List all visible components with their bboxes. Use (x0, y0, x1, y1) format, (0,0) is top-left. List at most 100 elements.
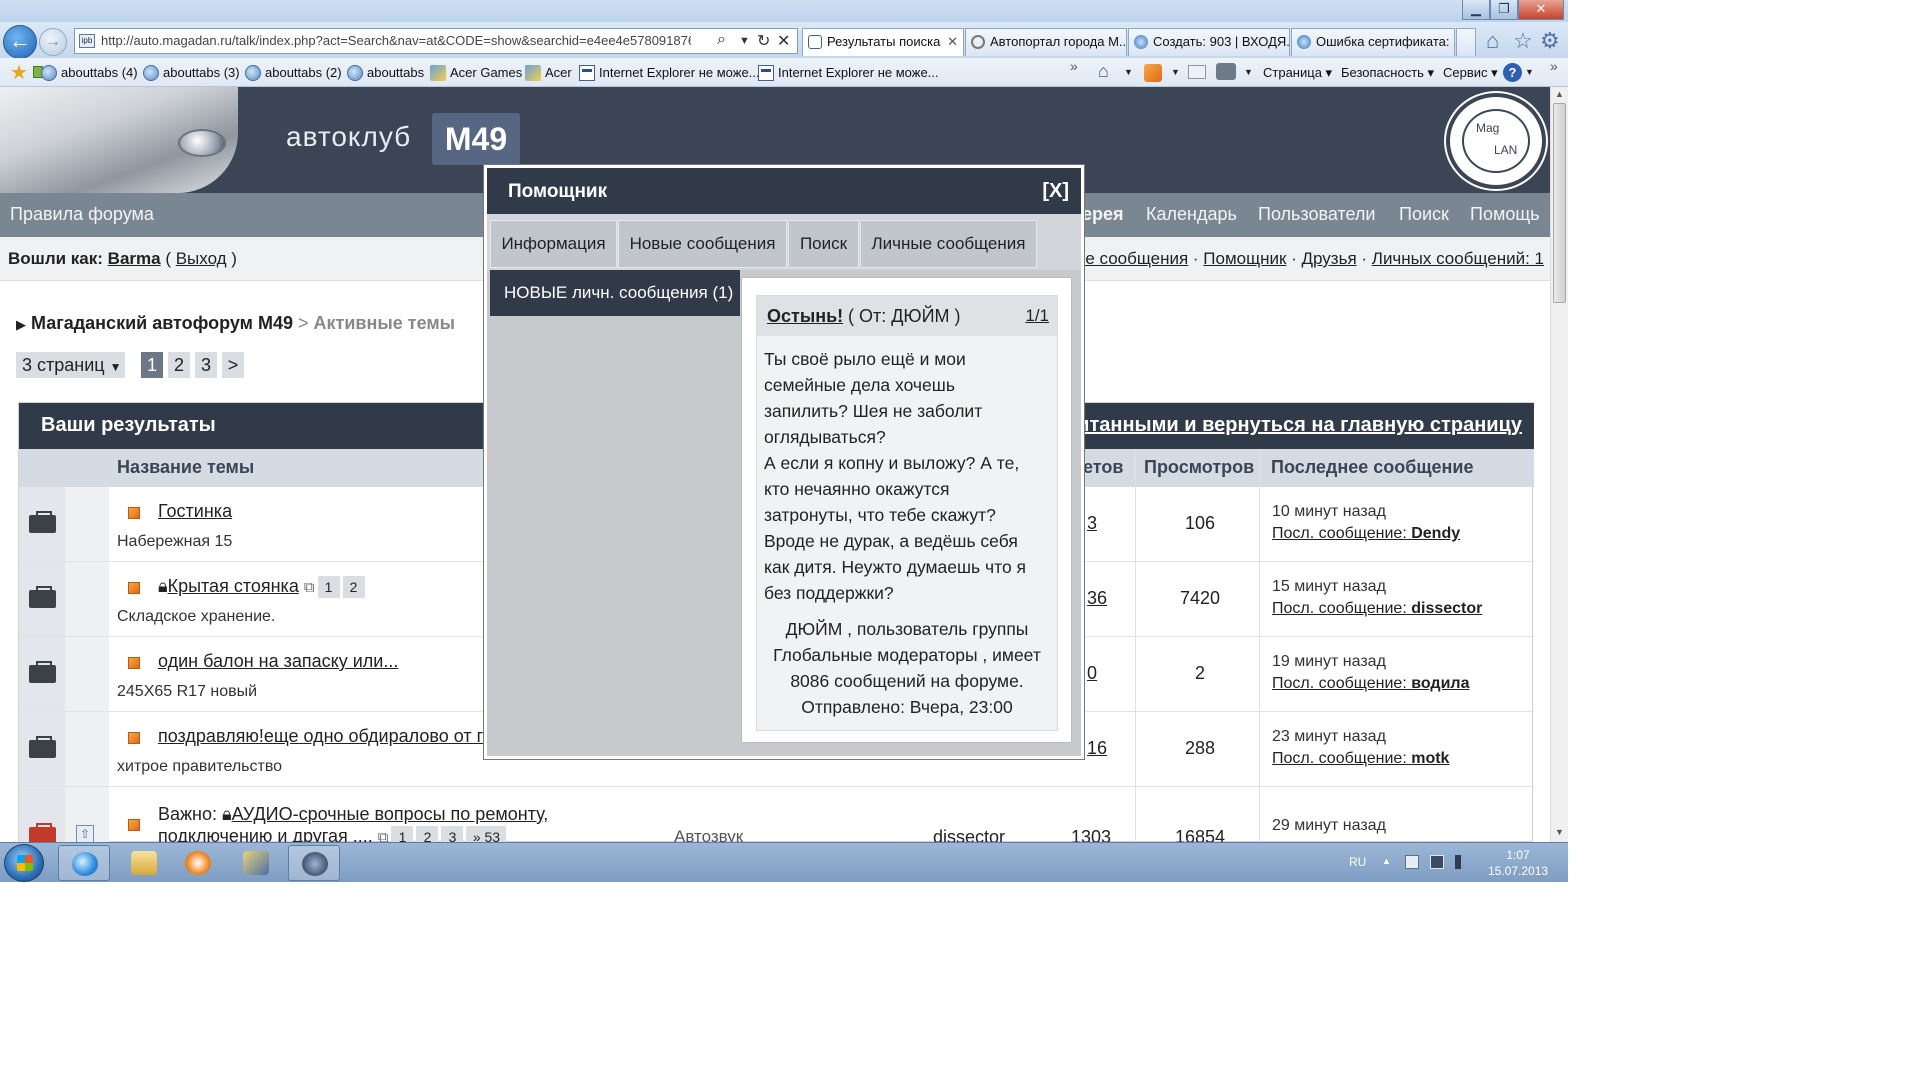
topic-title-link[interactable]: Крытая стоянка (168, 576, 299, 596)
address-bar[interactable]: ipb http://auto.magadan.ru/talk/index.ph… (74, 28, 798, 54)
last-post-author-name[interactable]: водила (1411, 675, 1469, 692)
close-window-button[interactable]: ✕ (1518, 0, 1564, 20)
friends-link[interactable]: Друзья (1302, 249, 1357, 268)
rss-icon[interactable] (128, 819, 140, 831)
minimize-button[interactable]: ▁ (1462, 0, 1490, 20)
gear-icon[interactable]: ⚙ (1540, 28, 1560, 54)
favorites-star-icon[interactable]: ☆ (1513, 28, 1533, 54)
mail-icon[interactable] (1188, 65, 1206, 79)
replies-count-link[interactable]: 16 (1087, 738, 1107, 759)
safety-menu[interactable]: Безопасность ▾ (1341, 62, 1434, 84)
message-subject-link[interactable]: Остынь! (767, 306, 843, 327)
search-icon[interactable]: ⌕ (717, 31, 726, 49)
page-menu[interactable]: Страница ▾ (1263, 62, 1332, 84)
taskbar-app-active[interactable] (288, 845, 340, 881)
menu-item-help[interactable]: Помощь (1470, 204, 1540, 225)
maximize-button[interactable]: ❐ (1490, 0, 1518, 20)
mark-read-link[interactable]: итанными и вернуться на главную страницу (1077, 414, 1522, 437)
page-button-2[interactable]: 2 (168, 352, 190, 378)
help-icon[interactable]: ? (1503, 63, 1522, 82)
back-button[interactable]: ← (3, 25, 37, 59)
rss-feed-icon[interactable] (1144, 64, 1162, 82)
last-post-author-name[interactable]: Dendy (1411, 525, 1460, 542)
language-indicator[interactable]: RU (1349, 855, 1366, 869)
chevron-down-icon[interactable]: ▼ (1124, 67, 1133, 77)
close-tab-icon[interactable]: ✕ (947, 29, 958, 55)
forward-button[interactable]: → (39, 28, 67, 56)
favorite-link[interactable]: Internet Explorer не може... (756, 62, 939, 84)
menu-item-users[interactable]: Пользователи (1258, 204, 1375, 225)
username-link[interactable]: Barma (108, 249, 161, 268)
refresh-icon[interactable]: ↻ (757, 31, 770, 51)
address-url[interactable]: http://auto.magadan.ru/talk/index.php?ac… (101, 33, 691, 48)
taskbar-explorer[interactable] (118, 845, 170, 881)
taskbar-media-player[interactable] (172, 845, 224, 881)
favorite-link[interactable]: Acer (523, 62, 572, 84)
tab-information[interactable]: Информация (490, 220, 617, 268)
column-header-last-post[interactable]: Последнее сообщение (1271, 457, 1474, 478)
home-icon[interactable]: ⌂ (1098, 61, 1109, 82)
chevron-down-icon[interactable]: ▼ (739, 35, 750, 47)
tab-new-messages[interactable]: Новые сообщения (618, 220, 787, 268)
replies-count-link[interactable]: 3 (1087, 513, 1097, 534)
chevron-down-icon[interactable]: ▼ (1244, 67, 1253, 77)
network-icon[interactable] (1430, 855, 1444, 869)
private-messages-link[interactable]: Личных сообщений: 1 (1372, 249, 1544, 268)
favorite-link[interactable]: Internet Explorer не може... (577, 62, 760, 84)
volume-icon[interactable] (1455, 855, 1465, 869)
menu-item-calendar[interactable]: Календарь (1146, 204, 1237, 225)
last-post-author[interactable]: Посл. сообщение: Dendy (1272, 525, 1460, 543)
topic-title-link[interactable]: Гостинка (158, 501, 232, 522)
taskbar-app[interactable] (230, 845, 282, 881)
menu-item-gallery[interactable]: ерея (1082, 204, 1124, 225)
start-button[interactable] (4, 844, 44, 882)
replies-count-link[interactable]: 0 (1087, 663, 1097, 684)
rss-icon[interactable] (128, 732, 140, 744)
chevron-up-icon[interactable]: ▲ (1382, 856, 1391, 866)
replies-count-link[interactable]: 36 (1087, 588, 1107, 609)
scroll-up-icon[interactable]: ▲ (1555, 89, 1564, 99)
column-header-replies[interactable]: етов (1083, 457, 1123, 478)
menu-item-search[interactable]: Поиск (1399, 204, 1449, 225)
stop-icon[interactable]: ✕ (777, 31, 790, 51)
new-private-messages-item[interactable]: НОВЫЕ личн. сообщения (1) (490, 270, 740, 316)
tab-search-results[interactable]: Результаты поиска ✕ (802, 28, 964, 56)
topic-page-link[interactable]: 2 (342, 576, 365, 598)
favorite-link[interactable]: abouttabs (2) (243, 62, 342, 84)
column-header-topic[interactable]: Название темы (117, 457, 254, 478)
message-counter-link[interactable]: 1/1 (1025, 306, 1049, 326)
tab-cert-error[interactable]: Ошибка сертификата: ... (1291, 28, 1455, 56)
last-post-author-name[interactable]: dissector (1411, 600, 1482, 617)
topic-title-link[interactable]: поздравляю!еще одно обдиралово от г (158, 726, 483, 747)
topic-title-link[interactable]: один балон на запаску или... (158, 651, 398, 672)
column-header-views[interactable]: Просмотров (1144, 457, 1254, 478)
tab-autoportal[interactable]: Автопортал города М... (965, 28, 1127, 56)
last-post-author-name[interactable]: motk (1411, 750, 1449, 767)
service-menu[interactable]: Сервис ▾ (1443, 62, 1498, 84)
chevron-down-icon[interactable]: ▼ (1525, 67, 1534, 77)
helper-close-button[interactable]: [X] (1042, 180, 1069, 203)
favorite-link[interactable]: abouttabs (3) (141, 62, 240, 84)
favorites-star-icon[interactable]: ★ (10, 60, 28, 85)
last-post-author[interactable]: Посл. сообщение: motk (1272, 750, 1449, 768)
maglan-logo[interactable]: Mag LAN (1446, 93, 1546, 189)
scrollbar-thumb[interactable] (1553, 103, 1566, 303)
tab-create[interactable]: Создать: 903 | ВХОДЯ... (1128, 28, 1290, 56)
last-post-author[interactable]: Посл. сообщение: водила (1272, 675, 1469, 693)
breadcrumb-root[interactable]: Магаданский автофорум M49 (31, 313, 293, 333)
vertical-scrollbar[interactable]: ▲ ▼ (1550, 87, 1568, 842)
overflow-chevron-icon[interactable]: » (1550, 58, 1558, 74)
topic-page-link[interactable]: 1 (317, 576, 340, 598)
system-clock[interactable]: 1:07 15.07.2013 (1488, 847, 1548, 879)
taskbar-internet-explorer[interactable] (58, 845, 110, 881)
tab-search[interactable]: Поиск (788, 220, 859, 268)
rss-icon[interactable] (128, 657, 140, 669)
home-icon[interactable]: ⌂ (1486, 28, 1499, 54)
page-button-3[interactable]: 3 (195, 352, 217, 378)
logout-link[interactable]: Выход (176, 249, 227, 268)
page-next-button[interactable]: > (222, 352, 244, 378)
page-button-1[interactable]: 1 (141, 352, 163, 378)
overflow-chevron-icon[interactable]: » (1070, 58, 1078, 74)
topic-title-link[interactable]: АУДИО-срочные вопросы по ремонту, (232, 804, 549, 824)
favorite-link[interactable]: abouttabs (345, 62, 424, 84)
